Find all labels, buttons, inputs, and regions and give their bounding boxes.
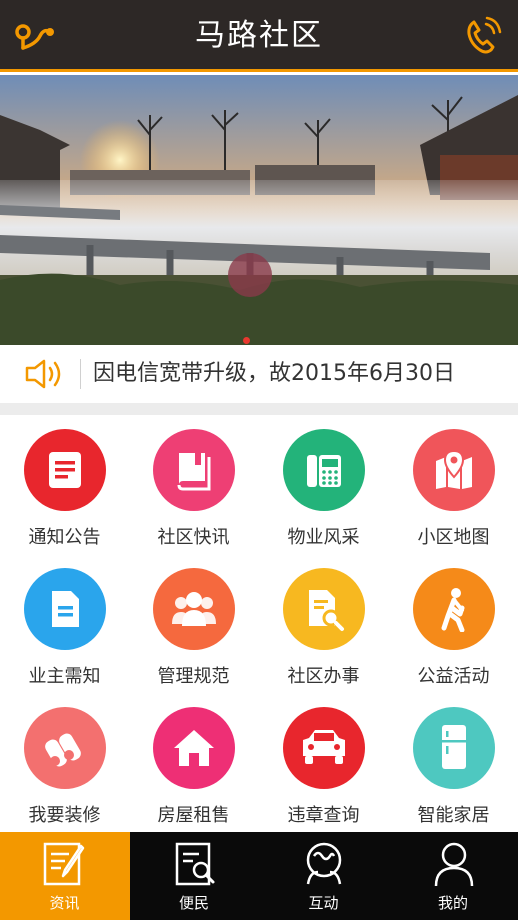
notice-text: 因电信宽带升级，故2015年6月30日 (93, 361, 455, 386)
file-icon (24, 568, 106, 650)
menu-item-property[interactable]: 物业风采 (259, 415, 388, 554)
menu-item-label: 房屋租售 (157, 805, 230, 826)
bottom-tab-bar: 资讯 便民 互动 我的 (0, 832, 518, 920)
search-document-icon (283, 568, 365, 650)
carousel-indicator[interactable] (243, 337, 250, 344)
tab-label: 便民 (178, 894, 209, 912)
menu-item-label: 业主需知 (28, 666, 101, 687)
tab-interact[interactable]: 互动 (259, 832, 389, 920)
pipes-icon (24, 707, 106, 789)
document-icon (24, 429, 106, 511)
menu-item-community-news[interactable]: 社区快讯 (129, 415, 258, 554)
tab-label: 我的 (437, 894, 468, 912)
menu-item-affairs[interactable]: 社区办事 (259, 554, 388, 693)
car-icon (283, 707, 365, 789)
tab-label: 互动 (308, 894, 339, 912)
menu-item-label: 物业风采 (287, 527, 360, 548)
menu-item-charity[interactable]: 公益活动 (389, 554, 518, 693)
menu-item-smart-home[interactable]: 智能家居 (389, 693, 518, 832)
menu-item-notice[interactable]: 通知公告 (0, 415, 129, 554)
edit-icon (39, 838, 91, 890)
section-divider (0, 403, 518, 415)
menu-item-label: 通知公告 (28, 527, 101, 548)
banner-image[interactable] (0, 75, 518, 345)
tab-mine[interactable]: 我的 (389, 832, 518, 920)
app-header: 马路社区 (0, 0, 518, 72)
menu-grid: 通知公告 社区快讯 物业风采 小区地图 业主需知 管理规范 社区办事 公益活动 … (0, 415, 518, 832)
notice-bar[interactable]: 因电信宽带升级，故2015年6月30日 (0, 345, 518, 403)
interact-icon (298, 838, 350, 890)
book-icon (153, 429, 235, 511)
page-title: 马路社区 (195, 18, 323, 53)
tab-convenience[interactable]: 便民 (130, 832, 260, 920)
house-icon (153, 707, 235, 789)
menu-item-owner-notice[interactable]: 业主需知 (0, 554, 129, 693)
menu-item-label: 管理规范 (157, 666, 230, 687)
tab-news[interactable]: 资讯 (0, 832, 130, 920)
menu-item-map[interactable]: 小区地图 (389, 415, 518, 554)
menu-item-housing[interactable]: 房屋租售 (129, 693, 258, 832)
menu-item-label: 社区办事 (287, 666, 360, 687)
menu-item-label: 小区地图 (417, 527, 490, 548)
menu-item-label: 公益活动 (417, 666, 490, 687)
user-icon (428, 838, 480, 890)
tab-label: 资讯 (49, 894, 80, 912)
phone-icon[interactable] (460, 14, 504, 58)
search-doc-icon (169, 838, 221, 890)
walking-person-icon (413, 568, 495, 650)
menu-item-management[interactable]: 管理规范 (129, 554, 258, 693)
notice-divider (80, 359, 81, 389)
speaker-icon (24, 357, 66, 391)
menu-item-label: 社区快讯 (157, 527, 230, 548)
telephone-fax-icon (283, 429, 365, 511)
menu-item-label: 我要装修 (28, 805, 101, 826)
fridge-icon (413, 707, 495, 789)
menu-item-label: 智能家居 (417, 805, 490, 826)
menu-item-renovation[interactable]: 我要装修 (0, 693, 129, 832)
map-pin-icon (413, 429, 495, 511)
menu-item-label: 违章查询 (287, 805, 360, 826)
group-icon (153, 568, 235, 650)
menu-item-violations[interactable]: 违章查询 (259, 693, 388, 832)
